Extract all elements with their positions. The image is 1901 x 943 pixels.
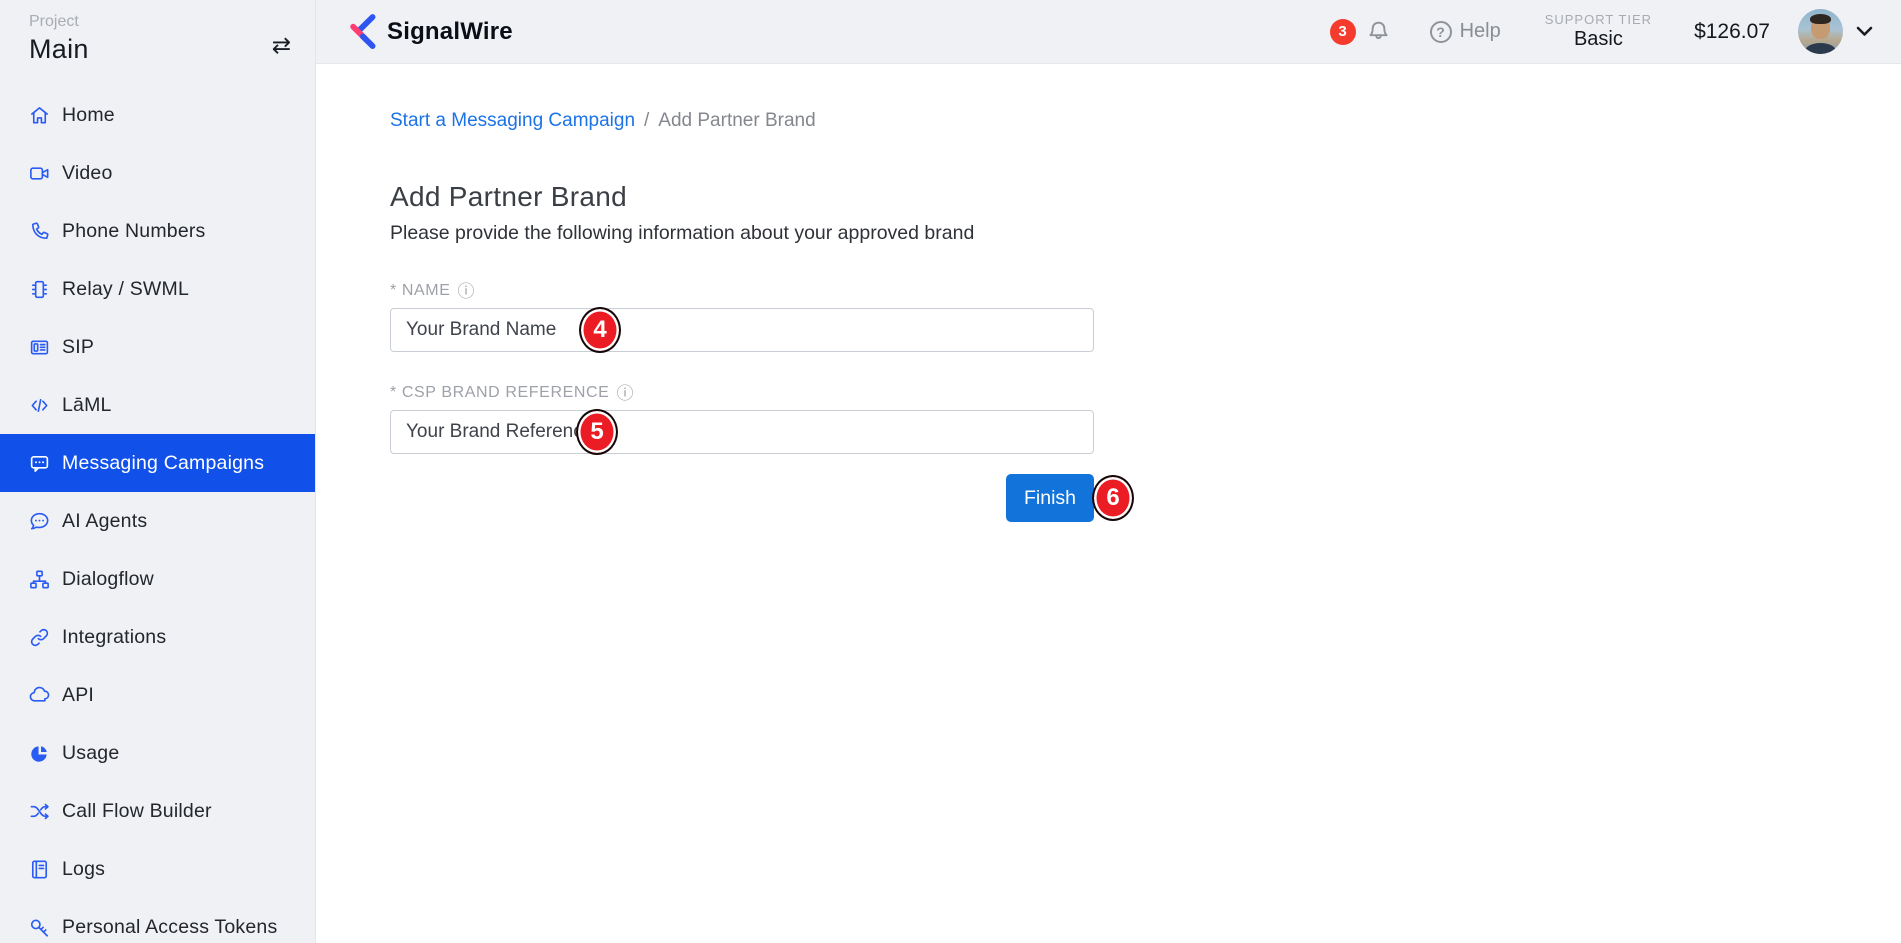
sidebar-item-messaging-campaigns[interactable]: Messaging Campaigns (0, 434, 315, 492)
breadcrumb: Start a Messaging Campaign / Add Partner… (390, 110, 1861, 132)
sidebar-item-label: Video (62, 162, 113, 185)
shuffle-icon (28, 800, 51, 823)
support-tier: SUPPORT TIER Basic (1545, 12, 1652, 51)
account-balance[interactable]: $126.07 (1694, 20, 1770, 44)
page-subtitle: Please provide the following information… (390, 222, 1861, 245)
breadcrumb-link[interactable]: Start a Messaging Campaign (390, 110, 635, 132)
add-partner-brand-form: * NAME ⓘ 4 * CSP BRAND REFERENCE ⓘ (390, 282, 1094, 522)
sidebar-item-label: Home (62, 104, 115, 127)
app-root: Project Main ⇄ Home Video Phone Numbers … (0, 0, 1901, 943)
name-field: * NAME ⓘ 4 (390, 282, 1094, 352)
hierarchy-icon (28, 568, 51, 591)
home-icon (28, 104, 51, 127)
info-icon[interactable]: ⓘ (458, 283, 476, 300)
annotation-circle-5: 5 (576, 409, 618, 455)
link-icon (28, 626, 51, 649)
sidebar-item-usage[interactable]: Usage (0, 724, 315, 782)
video-camera-icon (28, 162, 51, 185)
form-actions: Finish 6 (390, 474, 1094, 522)
project-label: Project (29, 13, 293, 31)
support-tier-label: SUPPORT TIER (1545, 12, 1652, 27)
sidebar-item-label: Personal Access Tokens (62, 916, 277, 939)
cloud-icon (28, 684, 51, 707)
header-right: 3 ? Help SUPPORT TIER Basic $126.07 (1330, 9, 1873, 54)
chip-icon (28, 278, 51, 301)
sidebar-item-logs[interactable]: Logs (0, 840, 315, 898)
project-switcher: Project Main ⇄ (0, 0, 315, 64)
desk-phone-icon (28, 336, 51, 359)
pie-chart-icon (28, 742, 51, 765)
name-input-wrap: 4 (390, 308, 1094, 352)
key-icon (28, 916, 51, 939)
help-button[interactable]: ? Help (1430, 20, 1501, 43)
csp-brand-reference-field: * CSP BRAND REFERENCE ⓘ 5 (390, 384, 1094, 454)
sidebar-item-call-flow-builder[interactable]: Call Flow Builder (0, 782, 315, 840)
sidebar-item-api[interactable]: API (0, 666, 315, 724)
sidebar-item-personal-access-tokens[interactable]: Personal Access Tokens (0, 898, 315, 943)
book-icon (28, 858, 51, 881)
chat-bubble-icon (28, 452, 51, 475)
signalwire-logo-icon (347, 13, 377, 51)
brand-name-input[interactable] (390, 308, 1094, 352)
switch-project-icon[interactable]: ⇄ (272, 34, 291, 57)
top-header: SignalWire 3 ? Help SUPPORT TIER Basic $… (316, 0, 1901, 64)
sidebar: Project Main ⇄ Home Video Phone Numbers … (0, 0, 316, 943)
sidebar-item-integrations[interactable]: Integrations (0, 608, 315, 666)
sidebar-item-home[interactable]: Home (0, 86, 315, 144)
sidebar-item-dialogflow[interactable]: Dialogflow (0, 550, 315, 608)
breadcrumb-separator: / (644, 110, 649, 132)
sidebar-item-label: Messaging Campaigns (62, 452, 264, 475)
page-title: Add Partner Brand (390, 181, 1861, 213)
sidebar-item-label: Relay / SWML (62, 278, 189, 301)
support-tier-value: Basic (1545, 28, 1652, 51)
sidebar-item-video[interactable]: Video (0, 144, 315, 202)
sidebar-item-relay-swml[interactable]: Relay / SWML (0, 260, 315, 318)
annotation-circle-4: 4 (579, 307, 621, 353)
avatar-torso (1805, 43, 1836, 54)
sidebar-item-label: AI Agents (62, 510, 147, 533)
name-field-label-text: * NAME (390, 282, 451, 300)
speech-bubble-icon (28, 510, 51, 533)
sidebar-item-label: API (62, 684, 94, 707)
notification-count-badge: 3 (1330, 19, 1356, 45)
page-content: Start a Messaging Campaign / Add Partner… (316, 64, 1901, 943)
csp-field-label-text: * CSP BRAND REFERENCE (390, 384, 609, 402)
sidebar-item-label: Dialogflow (62, 568, 154, 591)
avatar[interactable] (1798, 9, 1843, 54)
brand-name: SignalWire (387, 18, 513, 46)
finish-button[interactable]: Finish (1006, 474, 1094, 522)
avatar-hair (1810, 14, 1831, 24)
info-icon[interactable]: ⓘ (616, 385, 634, 402)
sidebar-item-label: Usage (62, 742, 119, 765)
sidebar-item-sip[interactable]: SIP (0, 318, 315, 376)
main-column: SignalWire 3 ? Help SUPPORT TIER Basic $… (316, 0, 1901, 943)
notifications-bell-icon[interactable] (1365, 18, 1392, 45)
brand-logo[interactable]: SignalWire (347, 13, 513, 51)
phone-icon (28, 220, 51, 243)
sidebar-item-label: Phone Numbers (62, 220, 206, 243)
chevron-down-icon[interactable] (1856, 26, 1873, 37)
csp-input-wrap: 5 (390, 410, 1094, 454)
sidebar-item-laml[interactable]: LāML (0, 376, 315, 434)
help-label: Help (1460, 20, 1501, 43)
sidebar-item-label: Call Flow Builder (62, 800, 212, 823)
sidebar-item-label: Integrations (62, 626, 166, 649)
code-icon (28, 394, 51, 417)
sidebar-item-label: Logs (62, 858, 105, 881)
sidebar-item-label: SIP (62, 336, 94, 359)
sidebar-item-ai-agents[interactable]: AI Agents (0, 492, 315, 550)
sidebar-item-label: LāML (62, 394, 112, 417)
breadcrumb-current: Add Partner Brand (658, 110, 815, 132)
annotation-circle-6: 6 (1092, 475, 1134, 521)
project-name: Main (29, 34, 293, 65)
name-field-label: * NAME ⓘ (390, 282, 1094, 300)
sidebar-nav: Home Video Phone Numbers Relay / SWML SI… (0, 86, 315, 943)
question-mark-icon: ? (1430, 21, 1452, 43)
csp-field-label: * CSP BRAND REFERENCE ⓘ (390, 384, 1094, 402)
sidebar-item-phone-numbers[interactable]: Phone Numbers (0, 202, 315, 260)
brand-reference-input[interactable] (390, 410, 1094, 454)
